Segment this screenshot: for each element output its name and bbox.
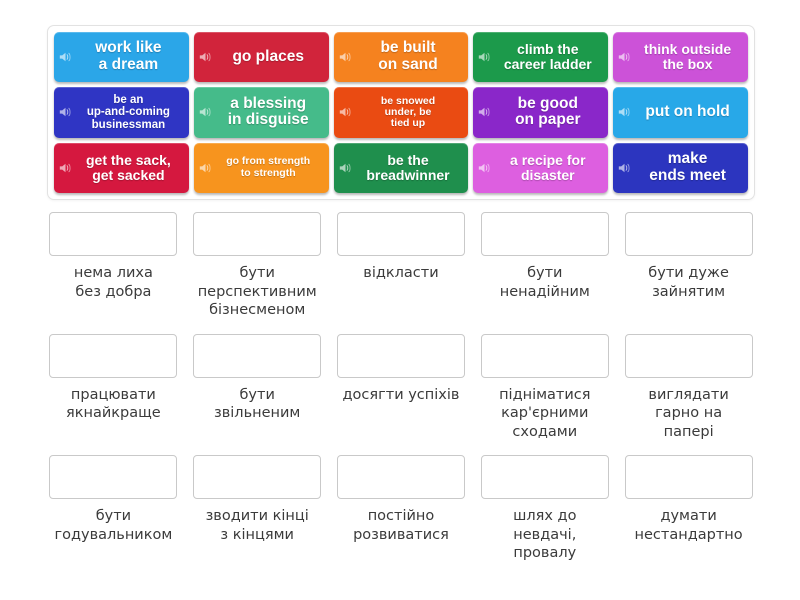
- answer-label: бути ненадійним: [499, 265, 590, 300]
- speaker-icon[interactable]: [618, 106, 631, 119]
- answer-cell: думати нестандартно: [622, 455, 755, 563]
- answer-label: постійно розвиватися: [353, 508, 449, 543]
- answer-cell: шлях до невдачі, провалу: [478, 455, 611, 563]
- answer-row: нема лиха без добра бути перспективним бізне…: [47, 212, 755, 320]
- answer-cell: нема лиха без добра: [47, 212, 180, 320]
- word-tile-label: be built on sand: [378, 39, 438, 74]
- word-tile[interactable]: be the breadwinner: [333, 142, 469, 193]
- word-tile[interactable]: a blessing in disguise: [193, 87, 329, 138]
- answer-label: бути перспективним бізнесменом: [197, 265, 317, 319]
- drop-zone[interactable]: [336, 212, 465, 256]
- word-tile[interactable]: go from strength to strength: [193, 142, 329, 193]
- word-tile-label: think outside the box: [644, 41, 732, 73]
- word-tile[interactable]: climb the career ladder: [473, 32, 609, 83]
- answer-row: бути годувальником зводити кінці з кінцями п…: [47, 455, 755, 563]
- answer-label: нема лиха без добра: [73, 265, 153, 300]
- drop-zone[interactable]: [49, 455, 178, 500]
- speaker-icon[interactable]: [478, 161, 491, 174]
- word-tile[interactable]: think outside the box: [613, 32, 748, 83]
- word-tile-label: be an up-and-coming businessman: [86, 93, 170, 131]
- speaker-icon[interactable]: [478, 106, 491, 119]
- drop-zone[interactable]: [624, 333, 753, 378]
- drop-zone[interactable]: [193, 212, 322, 256]
- answer-cell: зводити кінці з кінцями: [191, 455, 324, 563]
- answer-area: нема лиха без добра бути перспективним бізне…: [47, 212, 755, 577]
- speaker-icon[interactable]: [199, 106, 212, 119]
- answer-label: бути звільненим: [214, 386, 301, 422]
- answer-cell: відкласти: [335, 212, 468, 320]
- speaker-icon[interactable]: [339, 161, 352, 174]
- drop-zone[interactable]: [480, 455, 609, 500]
- word-tile[interactable]: work like a dream: [54, 32, 189, 83]
- drop-zone[interactable]: [193, 455, 322, 500]
- speaker-icon[interactable]: [618, 161, 631, 174]
- word-tile-label: be the breadwinner: [366, 151, 450, 183]
- drop-zone[interactable]: [624, 212, 753, 256]
- answer-label: відкласти: [363, 265, 439, 281]
- drop-zone[interactable]: [49, 333, 178, 378]
- speaker-icon[interactable]: [59, 161, 72, 174]
- drop-zone[interactable]: [336, 333, 465, 378]
- word-tile[interactable]: be snowed under, be tied up: [333, 87, 469, 138]
- answer-cell: бути годувальником: [47, 455, 180, 563]
- speaker-icon[interactable]: [199, 161, 212, 174]
- answer-cell: працювати якнайкраще: [47, 333, 180, 442]
- answer-cell: бути перспективним бізнесменом: [191, 212, 324, 320]
- word-tile-label: go from strength to strength: [226, 155, 311, 179]
- drop-zone[interactable]: [336, 455, 465, 500]
- word-tile-label: be good on paper: [515, 94, 581, 129]
- activity-stage: work like a dream go places be built on sand…: [0, 0, 800, 600]
- tile-grid: work like a dream go places be built on sand…: [54, 32, 748, 193]
- word-tile-label: get the sack, get sacked: [85, 151, 171, 183]
- answer-label: бути годувальником: [54, 508, 173, 543]
- answer-cell: підніматися кар'єрними сходами: [478, 333, 611, 442]
- answer-cell: бути дуже зайнятим: [622, 212, 755, 320]
- drop-zone[interactable]: [480, 212, 609, 256]
- drop-zone[interactable]: [480, 333, 609, 378]
- word-tile[interactable]: be good on paper: [473, 87, 609, 138]
- drop-zone[interactable]: [193, 333, 322, 378]
- answer-label: виглядати гарно на папері: [648, 386, 729, 440]
- word-tile[interactable]: a recipe for disaster: [473, 142, 609, 193]
- answer-cell: бути звільненим: [191, 333, 324, 442]
- word-tile[interactable]: be built on sand: [333, 32, 469, 83]
- answer-label: бути дуже зайнятим: [648, 265, 729, 300]
- answer-label: підніматися кар'єрними сходами: [499, 386, 591, 440]
- answer-cell: досягти успіхів: [335, 333, 468, 442]
- word-tile-label: a recipe for disaster: [510, 151, 586, 183]
- speaker-icon[interactable]: [339, 106, 352, 119]
- answer-cell: постійно розвиватися: [335, 455, 468, 563]
- word-tile-label: be snowed under, be tied up: [380, 94, 436, 130]
- word-tile-label: a blessing in disguise: [227, 94, 309, 129]
- drop-zone[interactable]: [49, 212, 178, 256]
- drop-zone[interactable]: [624, 455, 753, 500]
- word-tile[interactable]: put on hold: [613, 87, 748, 138]
- answer-row: працювати якнайкраще бути звільненим досягти…: [47, 333, 755, 442]
- tile-panel: work like a dream go places be built on sand…: [47, 25, 755, 200]
- speaker-icon[interactable]: [199, 51, 212, 64]
- answer-label: думати нестандартно: [634, 508, 743, 543]
- speaker-icon[interactable]: [59, 106, 72, 119]
- answer-label: зводити кінці з кінцями: [205, 508, 309, 543]
- word-tile-label: make ends meet: [649, 150, 726, 184]
- word-tile-label: work like a dream: [95, 39, 162, 74]
- speaker-icon[interactable]: [618, 51, 631, 64]
- word-tile[interactable]: get the sack, get sacked: [54, 142, 189, 193]
- speaker-icon[interactable]: [339, 51, 352, 64]
- speaker-icon[interactable]: [59, 51, 72, 64]
- speaker-icon[interactable]: [478, 51, 491, 64]
- answer-cell: бути ненадійним: [478, 212, 611, 320]
- answer-label: шлях до невдачі, провалу: [513, 508, 577, 562]
- word-tile[interactable]: be an up-and-coming businessman: [54, 87, 189, 138]
- word-tile-label: go places: [232, 47, 304, 65]
- answer-cell: виглядати гарно на папері: [622, 333, 755, 442]
- word-tile[interactable]: make ends meet: [613, 142, 748, 193]
- answer-label: досягти успіхів: [342, 386, 460, 403]
- word-tile-label: put on hold: [645, 103, 730, 121]
- word-tile-label: climb the career ladder: [503, 41, 592, 73]
- answer-label: працювати якнайкраще: [66, 386, 161, 422]
- word-tile[interactable]: go places: [193, 32, 329, 83]
